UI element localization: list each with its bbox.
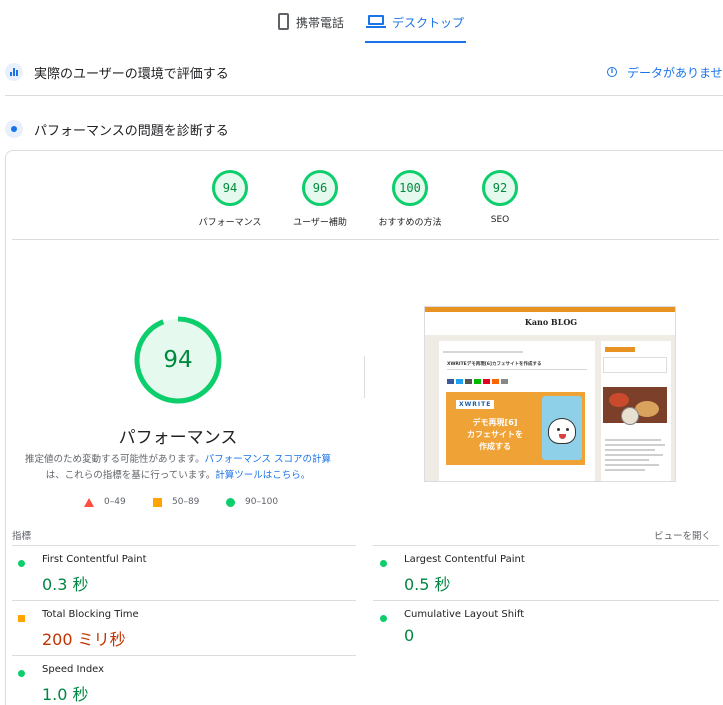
metric-tbt-name: Total Blocking Time [42,609,139,620]
thumb-sidebar-search [603,357,667,373]
metric-lcp-name: Largest Contentful Paint [404,554,525,565]
gauge-best-practices-score: 100 [392,170,428,206]
laptop-icon [366,15,386,28]
metric-cls-value: 0 [404,626,415,645]
metric-fcp-name: First Contentful Paint [42,554,147,565]
tab-desktop[interactable]: デスクトップ [364,14,467,43]
tab-mobile[interactable]: 携帯電話 [278,13,345,42]
pass-dot-icon [18,560,25,567]
thumb-hero-line2: カフェサイトを [467,430,523,439]
thumb-hero-image: XWRITE デモ再現[6] カフェサイトを 作成する [446,392,585,465]
field-data-header: 実際のユーザーの環境で評価する i データがありません [0,58,723,86]
performance-title: パフォーマンス [118,428,238,448]
metric-lcp-value: 0.5 秒 [404,575,451,594]
triangle-icon [84,497,94,507]
tab-mobile-label: 携帯電話 [296,16,345,30]
expand-view-button[interactable]: ビューを開く [654,528,711,542]
calculator-link[interactable]: 計算ツールはこちら。 [215,470,310,481]
lab-data-header: パフォーマンスの問題を診断する [0,115,723,143]
lab-icon [5,120,23,138]
square-icon [153,497,162,507]
users-icon [5,63,23,81]
gauge-performance[interactable]: 94 パフォーマンス [190,170,270,228]
circle-icon [226,497,235,507]
gauges-divider [12,239,719,240]
gauge-best-practices[interactable]: 100 おすすめの方法 [370,170,450,228]
metric-si: Speed Index 1.0 秒 [0,655,330,705]
performance-gauge-large: 94 [133,315,223,405]
field-data-title: 実際のユーザーの環境で評価する [34,66,229,82]
metric-tbt: Total Blocking Time 200 ミリ秒 [0,600,330,655]
thumb-hero-line1: デモ再現[6] [472,418,518,427]
metric-si-value: 1.0 秒 [42,685,89,704]
legend-pass-label: 90–100 [245,497,279,507]
thumb-avatar [621,407,639,425]
lab-data-title: パフォーマンスの問題を診断する [34,123,229,139]
thumb-hero-line3: 作成する [479,442,511,451]
thumb-hero-badge: XWRITE [456,400,495,409]
legend-average-label: 50–89 [172,497,200,507]
metric-fcp: First Contentful Paint 0.3 秒 [0,545,330,600]
gauge-accessibility[interactable]: 96 ユーザー補助 [280,170,360,228]
gauge-seo-label: SEO [490,215,510,225]
gauge-performance-label: パフォーマンス [198,218,262,228]
info-icon: i [607,67,617,77]
performance-score: 94 [163,347,193,373]
metric-tbt-value: 200 ミリ秒 [42,630,126,649]
desc-text-1: 推定値のため変動する可能性があります。 [25,454,205,465]
average-square-icon [18,615,25,622]
thumb-breadcrumb [443,351,523,353]
thumb-brand: Kano BLOG [524,317,578,327]
phone-icon [278,13,289,30]
gauge-best-practices-label: おすすめの方法 [378,218,442,228]
desc-text-2: は、これらの指標を基に行っています。 [45,470,216,481]
legend-fail-label: 0–49 [104,497,126,507]
score-calc-link[interactable]: パフォーマンス スコアの計算 [205,454,331,465]
thumb-post-title: XWRITEデモ再現[6]カフェサイトを作成する [447,362,542,367]
gauge-seo[interactable]: 92 SEO [460,170,540,225]
pass-dot-icon [380,560,387,567]
gauge-performance-score: 94 [212,170,248,206]
thumb-sidebar-button [605,347,635,352]
performance-description: 推定値のため変動する可能性があります。パフォーマンス スコアの計算 は、これらの… [20,452,336,484]
gauge-accessibility-label: ユーザー補助 [293,218,347,228]
metric-fcp-value: 0.3 秒 [42,575,89,594]
no-data-link[interactable]: i データがありません [607,64,723,81]
vertical-divider [364,356,365,398]
section-divider [5,95,723,96]
thumb-topbar [425,307,675,312]
tab-desktop-label: デスクトップ [392,16,465,30]
device-tabs: 携帯電話 デスクトップ [0,0,723,44]
page-screenshot-thumbnail[interactable]: Kano BLOG XWRITEデモ再現[6]カフェサイトを作成する XWRIT… [424,306,676,482]
legend-pass: 90–100 [226,497,278,507]
thumb-share-buttons [447,379,508,384]
gauge-seo-score: 92 [482,170,518,206]
thumb-cat-illustration [542,396,582,460]
no-data-label: データがありません [627,65,723,80]
metric-cls: Cumulative Layout Shift 0 [362,600,692,655]
pass-dot-icon [380,615,387,622]
metric-si-name: Speed Index [42,664,105,675]
pass-dot-icon [18,670,25,677]
score-legend: 0–49 50–89 90–100 [0,497,356,509]
gauge-accessibility-score: 96 [302,170,338,206]
thumb-hero-text: デモ再現[6] カフェサイトを 作成する [458,417,532,453]
score-gauges: 94 パフォーマンス 96 ユーザー補助 100 おすすめの方法 92 SEO [0,170,723,232]
metrics-label: 指標 [12,531,32,542]
legend-fail: 0–49 [84,497,126,507]
thumb-title-rule [447,369,587,370]
metric-lcp: Largest Contentful Paint 0.5 秒 [362,545,692,600]
metric-cls-name: Cumulative Layout Shift [404,609,525,620]
legend-average: 50–89 [153,497,199,507]
